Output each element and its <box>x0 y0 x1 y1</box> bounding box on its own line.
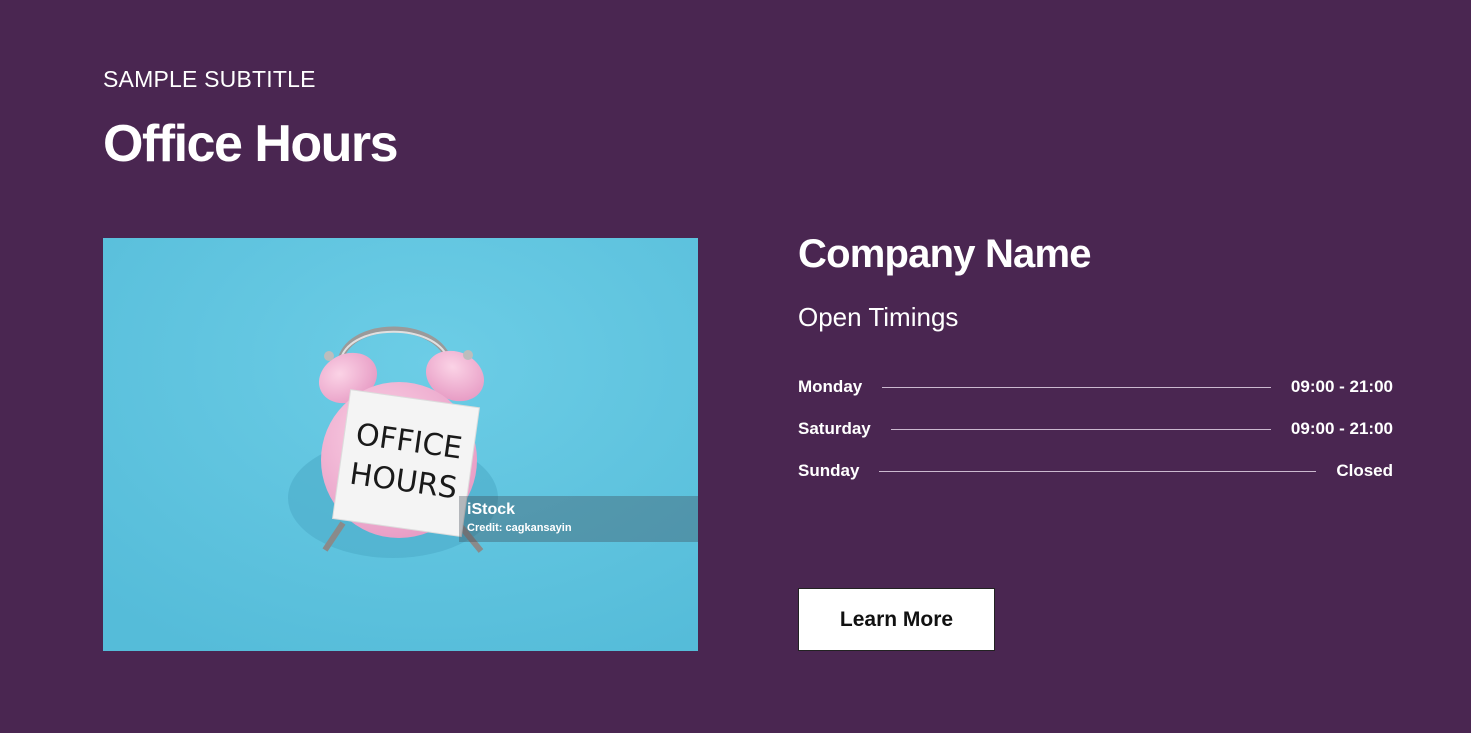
hours-divider <box>882 386 1271 388</box>
page-title: Office Hours <box>103 115 399 173</box>
hours-day: Monday <box>798 377 863 396</box>
hours-day: Sunday <box>798 461 860 480</box>
hours-divider <box>879 470 1317 472</box>
hours-time: 09:00 - 21:00 <box>1290 419 1393 438</box>
hours-row: Sunday Closed <box>798 450 1393 492</box>
hours-divider <box>890 428 1271 430</box>
alarm-clock-illustration: OFFICE HOURS <box>103 238 698 651</box>
hours-time: Closed <box>1336 461 1393 480</box>
stock-watermark: iStock Credit: cagkansayin <box>459 496 698 542</box>
hours-day: Saturday <box>798 419 871 438</box>
open-timings-heading: Open Timings <box>798 302 959 332</box>
section-subtitle: SAMPLE SUBTITLE <box>103 66 316 92</box>
learn-more-button[interactable]: Learn More <box>798 588 995 651</box>
hours-row: Saturday 09:00 - 21:00 <box>798 408 1393 450</box>
company-name: Company Name <box>798 232 1092 276</box>
hours-list: Monday 09:00 - 21:00 Saturday 09:00 - 21… <box>798 366 1393 492</box>
hours-time: 09:00 - 21:00 <box>1290 377 1393 396</box>
hours-row: Monday 09:00 - 21:00 <box>798 366 1393 408</box>
office-hours-photo: OFFICE HOURS iStock Credit: cagkansayin <box>103 238 698 651</box>
watermark-credit: Credit: cagkansayin <box>467 522 572 534</box>
watermark-brand: iStock <box>467 501 516 518</box>
